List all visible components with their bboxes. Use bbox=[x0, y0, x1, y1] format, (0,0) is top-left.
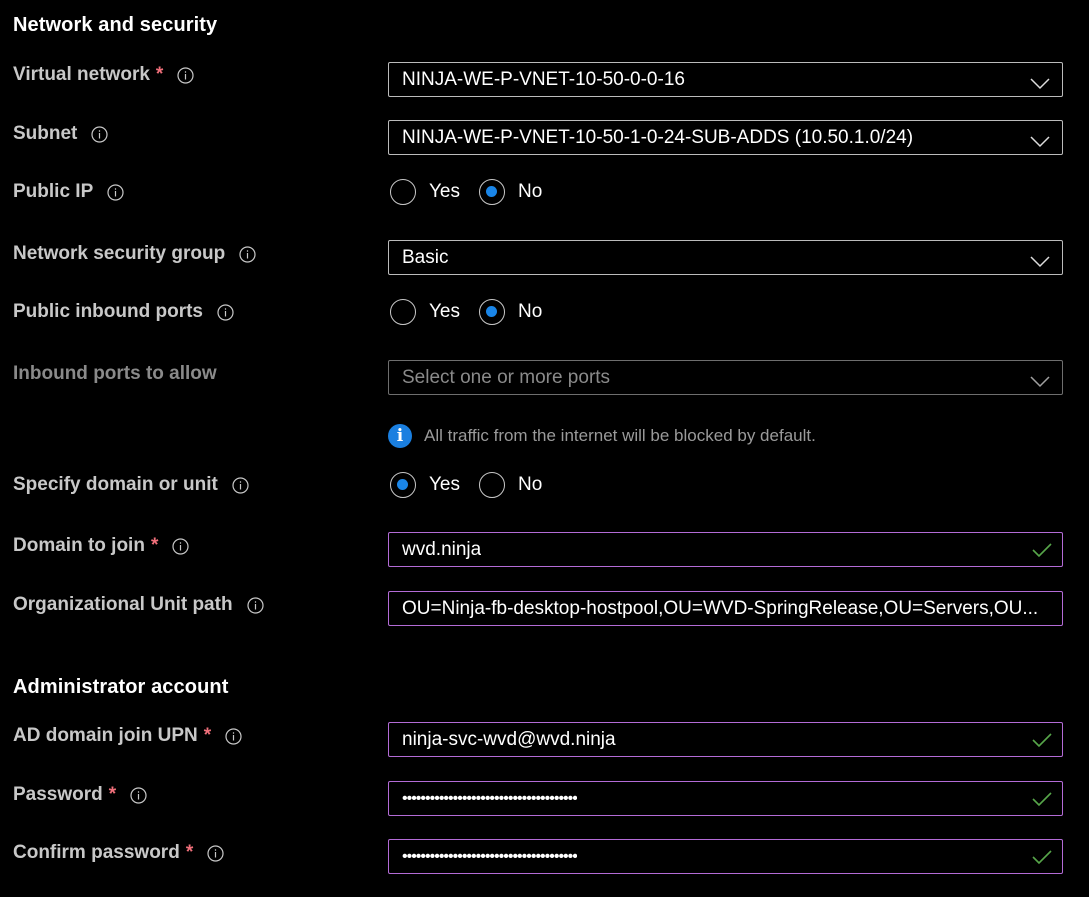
label-text: Virtual network bbox=[13, 64, 150, 85]
nsg-dropdown[interactable]: Basic bbox=[388, 240, 1063, 275]
label-text: Subnet bbox=[13, 123, 78, 144]
virtual-network-dropdown[interactable]: NINJA-WE-P-VNET-10-50-0-0-16 bbox=[388, 62, 1063, 97]
info-filled-icon: i bbox=[388, 424, 412, 448]
traffic-blocked-notice: i All traffic from the internet will be … bbox=[388, 424, 816, 448]
checkmark-icon bbox=[1032, 791, 1052, 813]
chevron-down-icon bbox=[1030, 74, 1050, 96]
confirm-password-value: •••••••••••••••••••••••••••••••••••••• bbox=[402, 847, 577, 865]
radio-label: No bbox=[518, 301, 543, 322]
info-icon[interactable] bbox=[217, 303, 234, 321]
checkmark-icon bbox=[1032, 849, 1052, 871]
ad-upn-value: ninja-svc-wvd@wvd.ninja bbox=[402, 728, 616, 750]
password-input[interactable]: •••••••••••••••••••••••••••••••••••••• bbox=[388, 781, 1063, 816]
nsg-value: Basic bbox=[402, 246, 449, 268]
domain-to-join-input[interactable]: wvd.ninja bbox=[388, 532, 1063, 567]
label-text: AD domain join UPN bbox=[13, 725, 198, 746]
info-icon[interactable] bbox=[172, 537, 189, 555]
label-subnet: Subnet bbox=[13, 123, 108, 145]
radio-label: Yes bbox=[429, 301, 460, 322]
required-asterisk: * bbox=[108, 784, 117, 805]
required-asterisk: * bbox=[203, 725, 212, 746]
checkmark-icon bbox=[1032, 542, 1052, 564]
label-text: Confirm password bbox=[13, 842, 180, 863]
label-inbound-ports-allow: Inbound ports to allow bbox=[13, 363, 217, 385]
chevron-down-icon bbox=[1030, 372, 1050, 394]
chevron-down-icon bbox=[1030, 252, 1050, 274]
checkmark-icon bbox=[1032, 732, 1052, 754]
required-asterisk: * bbox=[185, 842, 194, 863]
info-icon[interactable] bbox=[107, 183, 124, 201]
label-text: Domain to join bbox=[13, 535, 145, 556]
ou-path-input[interactable]: OU=Ninja-fb-desktop-hostpool,OU=WVD-Spri… bbox=[388, 591, 1063, 626]
notice-text: All traffic from the internet will be bl… bbox=[424, 426, 816, 445]
radio-circle-selected[interactable] bbox=[479, 299, 505, 325]
label-confirm-password: Confirm password * bbox=[13, 842, 224, 864]
label-domain-to-join: Domain to join * bbox=[13, 535, 189, 557]
password-value: •••••••••••••••••••••••••••••••••••••• bbox=[402, 789, 577, 807]
info-icon[interactable] bbox=[177, 66, 194, 84]
info-icon[interactable] bbox=[225, 727, 242, 745]
radio-circle[interactable] bbox=[390, 179, 416, 205]
public-ip-radio-group: Yes No bbox=[390, 179, 561, 205]
radio-circle[interactable] bbox=[479, 472, 505, 498]
subnet-value: NINJA-WE-P-VNET-10-50-1-0-24-SUB-ADDS (1… bbox=[402, 126, 914, 148]
radio-label: Yes bbox=[429, 474, 460, 495]
specify-domain-radio-group: Yes No bbox=[390, 472, 561, 498]
label-nsg: Network security group bbox=[13, 243, 256, 265]
domain-to-join-value: wvd.ninja bbox=[402, 538, 482, 560]
info-icon[interactable] bbox=[130, 786, 147, 804]
label-public-ip: Public IP bbox=[13, 181, 124, 203]
confirm-password-input[interactable]: •••••••••••••••••••••••••••••••••••••• bbox=[388, 839, 1063, 874]
radio-label: No bbox=[518, 474, 543, 495]
label-text: Password bbox=[13, 784, 103, 805]
info-icon[interactable] bbox=[239, 245, 256, 263]
ad-upn-input[interactable]: ninja-svc-wvd@wvd.ninja bbox=[388, 722, 1063, 757]
inbound-ports-placeholder: Select one or more ports bbox=[402, 366, 611, 388]
label-text: Inbound ports to allow bbox=[13, 363, 217, 384]
info-icon[interactable] bbox=[207, 844, 224, 862]
label-text: Organizational Unit path bbox=[13, 594, 233, 615]
info-icon[interactable] bbox=[232, 476, 249, 494]
inbound-ports-no-radio[interactable]: No bbox=[479, 299, 542, 325]
label-text: Specify domain or unit bbox=[13, 474, 218, 495]
inbound-ports-yes-radio[interactable]: Yes bbox=[390, 299, 460, 325]
radio-circle-selected[interactable] bbox=[390, 472, 416, 498]
specify-domain-yes-radio[interactable]: Yes bbox=[390, 472, 460, 498]
inbound-ports-dropdown[interactable]: Select one or more ports bbox=[388, 360, 1063, 395]
required-asterisk: * bbox=[150, 535, 159, 556]
ou-path-value: OU=Ninja-fb-desktop-hostpool,OU=WVD-Spri… bbox=[402, 597, 1039, 619]
label-virtual-network: Virtual network * bbox=[13, 64, 194, 86]
radio-circle-selected[interactable] bbox=[479, 179, 505, 205]
radio-label: No bbox=[518, 181, 543, 202]
radio-circle[interactable] bbox=[390, 299, 416, 325]
section-title-network: Network and security bbox=[13, 14, 218, 36]
label-password: Password * bbox=[13, 784, 147, 806]
label-public-inbound-ports: Public inbound ports bbox=[13, 301, 234, 323]
label-text: Network security group bbox=[13, 243, 226, 264]
public-inbound-ports-radio-group: Yes No bbox=[390, 299, 561, 325]
info-icon[interactable] bbox=[246, 596, 264, 614]
label-text: Public IP bbox=[13, 181, 94, 202]
specify-domain-no-radio[interactable]: No bbox=[479, 472, 542, 498]
label-ou-path: Organizational Unit path bbox=[13, 594, 264, 616]
public-ip-yes-radio[interactable]: Yes bbox=[390, 179, 460, 205]
radio-label: Yes bbox=[429, 181, 460, 202]
subnet-dropdown[interactable]: NINJA-WE-P-VNET-10-50-1-0-24-SUB-ADDS (1… bbox=[388, 120, 1063, 155]
section-title-admin: Administrator account bbox=[13, 676, 229, 698]
label-specify-domain: Specify domain or unit bbox=[13, 474, 249, 496]
label-ad-upn: AD domain join UPN * bbox=[13, 725, 242, 747]
chevron-down-icon bbox=[1030, 132, 1050, 154]
virtual-network-value: NINJA-WE-P-VNET-10-50-0-0-16 bbox=[402, 68, 685, 90]
required-asterisk: * bbox=[155, 64, 164, 85]
info-icon[interactable] bbox=[91, 125, 108, 143]
public-ip-no-radio[interactable]: No bbox=[479, 179, 542, 205]
label-text: Public inbound ports bbox=[13, 301, 203, 322]
